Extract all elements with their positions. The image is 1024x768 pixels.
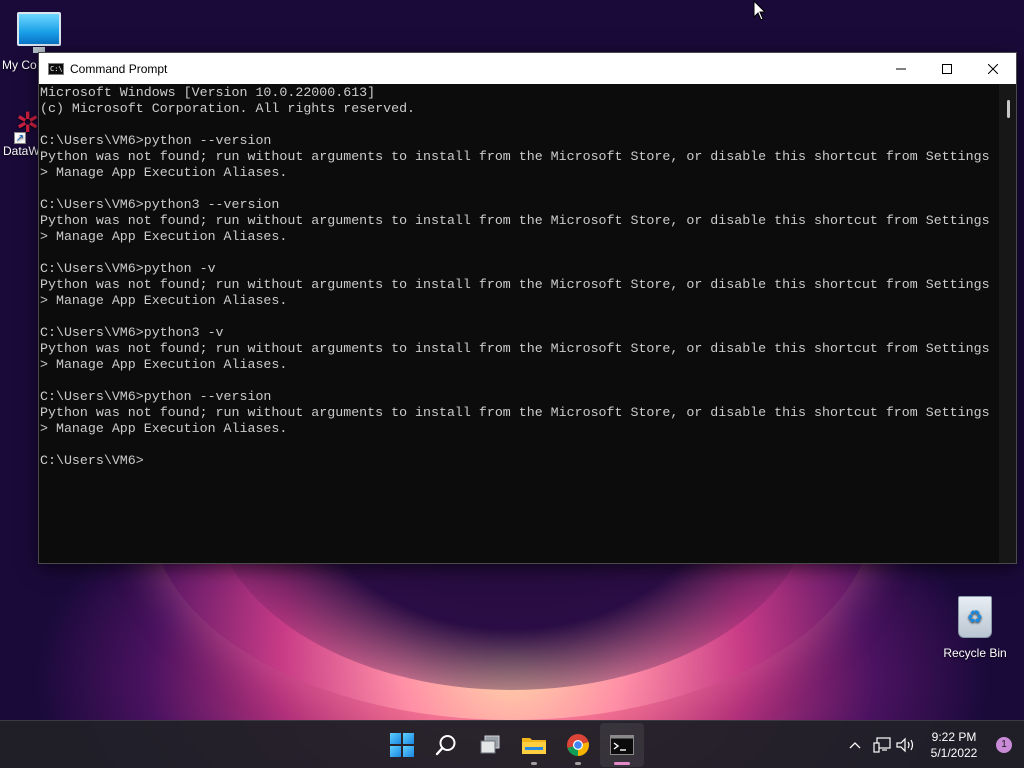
window-controls: [878, 53, 1016, 84]
command-prompt-icon: C:\: [48, 62, 64, 75]
network-button[interactable]: [870, 721, 894, 768]
chevron-up-icon: [849, 742, 861, 749]
start-icon: [390, 733, 414, 757]
taskbar: 9:22 PM 5/1/2022 1: [0, 720, 1024, 768]
window-title: Command Prompt: [70, 61, 168, 76]
task-view-button[interactable]: [468, 723, 512, 767]
vertical-scrollbar[interactable]: [999, 84, 1016, 563]
chrome-icon: [567, 734, 589, 756]
desktop-icon-recycle-bin[interactable]: ♻ Recycle Bin: [942, 596, 1008, 660]
maximize-icon: [942, 63, 952, 74]
running-indicator: [531, 762, 537, 765]
command-prompt-icon: [610, 735, 634, 755]
window-titlebar[interactable]: C:\ Command Prompt: [39, 53, 1016, 84]
taskbar-apps: [380, 723, 644, 767]
command-prompt-taskbar-button[interactable]: [600, 723, 644, 767]
close-icon: [988, 63, 998, 74]
search-button[interactable]: [424, 723, 468, 767]
close-button[interactable]: [970, 53, 1016, 84]
monitor-icon: [17, 12, 61, 53]
volume-button[interactable]: [894, 721, 918, 768]
maximize-button[interactable]: [924, 53, 970, 84]
network-icon: [873, 737, 891, 753]
clock-date: 5/1/2022: [930, 746, 978, 760]
scrollbar-thumb[interactable]: [1007, 100, 1010, 118]
desktop-icon-label: Recycle Bin: [943, 646, 1007, 660]
file-explorer-button[interactable]: [512, 723, 556, 767]
command-prompt-window[interactable]: C:\ Command Prompt Microsoft Windows [Ve…: [38, 52, 1017, 564]
system-tray: 9:22 PM 5/1/2022 1: [844, 721, 1024, 768]
console-output[interactable]: Microsoft Windows [Version 10.0.22000.61…: [39, 84, 1001, 563]
search-icon: [435, 735, 456, 756]
file-explorer-icon: [522, 738, 546, 754]
show-hidden-icons-button[interactable]: [844, 721, 866, 768]
recycle-bin-icon: ♻: [958, 596, 992, 638]
shortcut-arrow-icon: ↗: [14, 132, 26, 144]
minimize-button[interactable]: [878, 53, 924, 84]
task-view-icon: [480, 735, 500, 754]
clock[interactable]: 9:22 PM 5/1/2022: [918, 721, 990, 768]
clock-time: 9:22 PM: [931, 730, 977, 744]
active-indicator: [614, 762, 630, 765]
volume-icon: [896, 737, 914, 753]
start-button[interactable]: [380, 723, 424, 767]
minimize-icon: [896, 68, 906, 69]
mouse-cursor-icon: [753, 0, 767, 21]
notification-badge[interactable]: 1: [996, 737, 1012, 753]
chrome-button[interactable]: [556, 723, 600, 767]
running-indicator: [575, 762, 581, 765]
